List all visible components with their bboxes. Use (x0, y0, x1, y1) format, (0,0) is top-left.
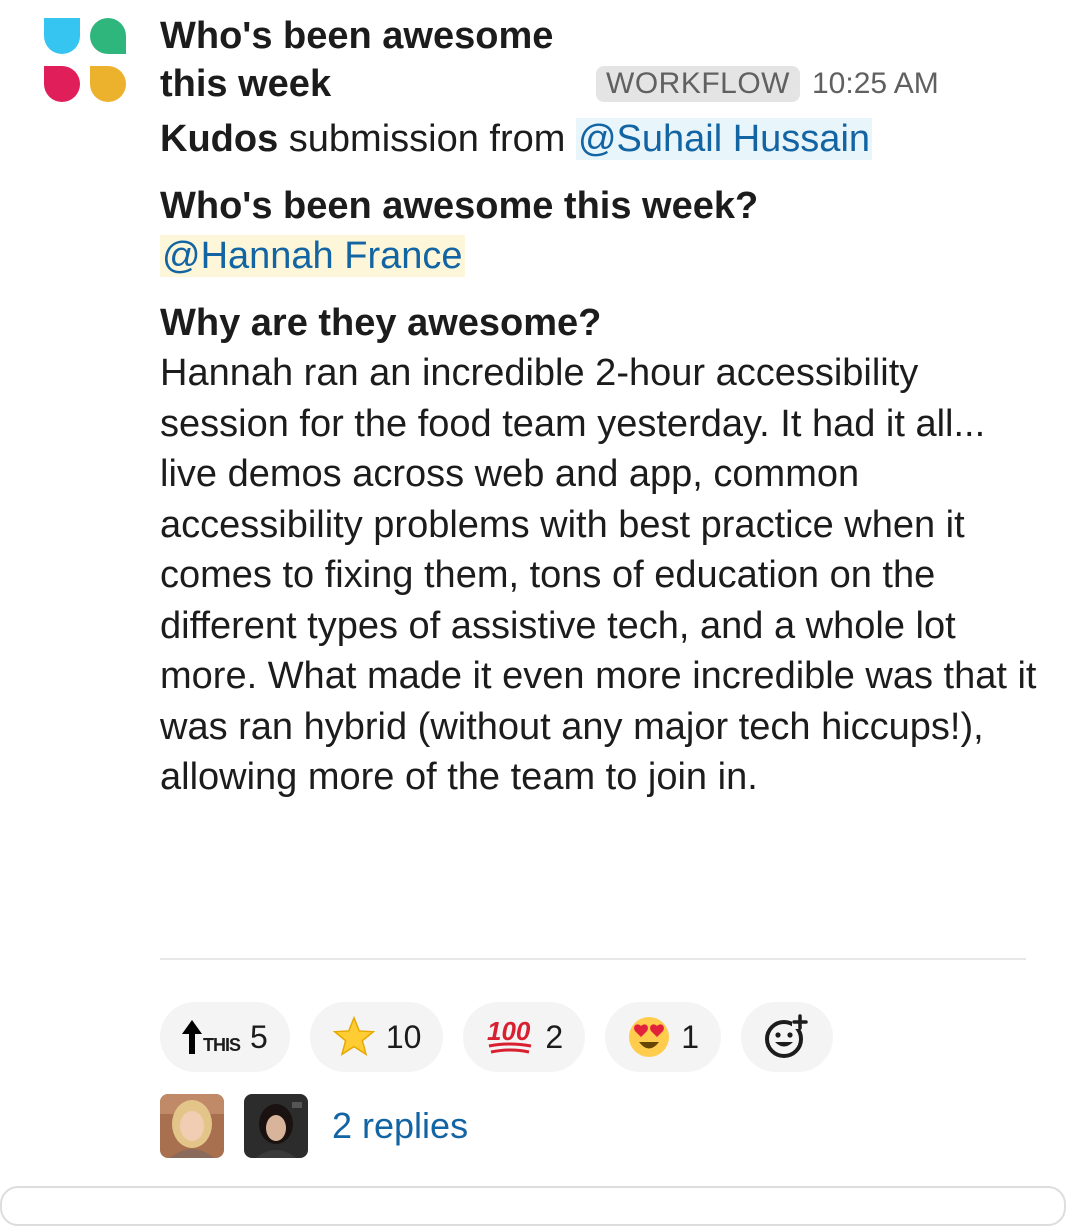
heart-eyes-icon (629, 1017, 670, 1057)
thread-replies[interactable]: 2 replies (160, 1094, 468, 1158)
add-reaction-button[interactable] (741, 1002, 833, 1072)
this-emoji-text: THIS (203, 1035, 241, 1055)
hundred-points-icon: 100 (487, 1016, 532, 1054)
add-emoji-icon (765, 1014, 808, 1058)
kudos-label: Kudos (160, 118, 279, 160)
intro-line: Kudos submission from @Suhail Hussain (160, 114, 1040, 165)
svg-text:100: 100 (487, 1016, 531, 1046)
question-why: Why are they awesome? (160, 301, 602, 344)
avatar (244, 1094, 308, 1158)
reactions-bar: THIS 5 10 100 2 1 (160, 1002, 833, 1072)
message-body: Kudos submission from @Suhail Hussain Wh… (160, 114, 1040, 803)
reaction-this[interactable]: THIS 5 (160, 1002, 290, 1072)
avatar (160, 1094, 224, 1158)
question-who: Who's been awesome this week? (160, 184, 759, 227)
this-arrow-icon: THIS (182, 1020, 241, 1055)
intro-text: submission from (278, 118, 576, 160)
timestamp[interactable]: 10:25 AM (812, 67, 939, 101)
workflow-badge: WORKFLOW (596, 66, 800, 102)
reaction-heart-eyes[interactable]: 1 (605, 1002, 721, 1072)
reaction-hundred[interactable]: 100 2 (463, 1002, 586, 1072)
sender-name[interactable]: Who's been awesome this week (160, 12, 600, 108)
reaction-count: 2 (545, 1018, 564, 1055)
reaction-star[interactable]: 10 (309, 1002, 444, 1072)
mention-suhail-hussain[interactable]: @Suhail Hussain (575, 118, 873, 160)
message-meta: WORKFLOW 10:25 AM (596, 66, 939, 102)
star-icon (332, 1016, 376, 1056)
reaction-count: 5 (250, 1018, 268, 1055)
answer-why: Hannah ran an incredible 2-hour accessib… (160, 352, 1037, 798)
reaction-count: 1 (681, 1018, 699, 1055)
workflow-app-icon (44, 18, 126, 102)
message-composer[interactable] (0, 1186, 1066, 1226)
reaction-count: 10 (385, 1018, 422, 1055)
divider (160, 958, 1026, 960)
replies-link[interactable]: 2 replies (332, 1105, 468, 1147)
mention-hannah-france[interactable]: @Hannah France (160, 235, 465, 277)
